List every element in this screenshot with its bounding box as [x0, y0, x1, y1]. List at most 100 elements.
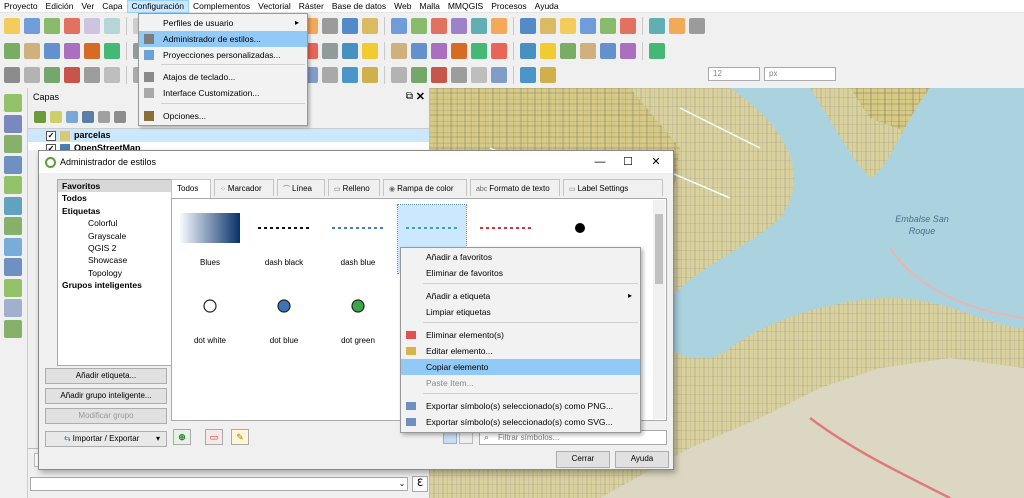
menu-mmqgis[interactable]: MMQGIS	[444, 0, 487, 13]
vertical-tool-icon[interactable]	[4, 319, 22, 338]
vertical-tool-icon[interactable]	[4, 94, 22, 112]
toolbar-tool-icon[interactable]	[560, 42, 576, 59]
toolbar-tool-icon[interactable]	[620, 17, 636, 34]
toolbar-tool-icon[interactable]	[540, 17, 556, 34]
vertical-tool-icon[interactable]	[4, 278, 22, 297]
toolbar-tool-icon[interactable]	[411, 17, 427, 34]
vertical-tool-icon[interactable]	[4, 217, 22, 235]
toolbar-tool-icon[interactable]	[24, 17, 40, 34]
menu-complementos[interactable]: Complementos	[189, 0, 254, 13]
toolbar-tool-icon[interactable]	[391, 17, 407, 34]
toolbar-tool-icon[interactable]	[391, 67, 407, 83]
toolbar-tool-icon[interactable]	[84, 17, 100, 34]
vertical-tool-icon[interactable]	[4, 176, 22, 194]
add-smart-group-button[interactable]: Añadir grupo inteligente...	[45, 388, 167, 404]
config-menu-item-1[interactable]: Administrador de estilos...	[139, 31, 307, 47]
toolbar-tool-icon[interactable]	[24, 67, 40, 83]
unit-select[interactable]: px	[764, 67, 836, 81]
toolbar-tool-icon[interactable]	[431, 17, 447, 34]
import-export-button[interactable]: Importar / Exportar ⇆ ▾	[45, 431, 167, 447]
toolbar-tool-icon[interactable]	[451, 17, 467, 34]
symbol-dot-green[interactable]: dot green	[324, 283, 392, 351]
expression-filter-icon[interactable]	[98, 111, 110, 123]
menu-procesos[interactable]: Procesos	[487, 0, 530, 13]
menu-malla[interactable]: Malla	[416, 0, 444, 13]
toolbar-tool-icon[interactable]	[491, 42, 507, 59]
toolbar-tool-icon[interactable]	[104, 17, 120, 34]
toolbar-tool-icon[interactable]	[580, 42, 596, 59]
context-menu-item-1[interactable]: Eliminar de favoritos	[401, 265, 640, 281]
toolbar-tool-icon[interactable]	[322, 67, 338, 83]
tab-2[interactable]: ⌒ Línea	[277, 179, 325, 196]
maximize-icon[interactable]: ☐	[615, 151, 641, 173]
toolbar-tool-icon[interactable]	[560, 17, 576, 34]
expand-all-icon[interactable]	[114, 111, 126, 123]
config-menu-item-3[interactable]: Atajos de teclado...	[139, 69, 307, 85]
toolbar-tool-icon[interactable]	[44, 17, 60, 34]
modify-group-button[interactable]: Modificar grupo	[45, 408, 167, 424]
toolbar-tool-icon[interactable]	[342, 67, 358, 83]
tab-3[interactable]: ▭ Relleno	[328, 179, 380, 196]
context-menu-item-2[interactable]: Añadir a etiqueta ▸	[401, 288, 640, 304]
toolbar-tool-icon[interactable]	[600, 42, 616, 59]
symbol-Blues[interactable]: Blues	[176, 205, 244, 273]
toolbar-tool-icon[interactable]	[520, 17, 536, 34]
expression-field[interactable]	[30, 477, 408, 491]
float-panel-icon[interactable]: ⧉	[406, 91, 413, 102]
vertical-tool-icon[interactable]	[4, 196, 22, 215]
context-menu-item-9[interactable]: Exportar símbolo(s) seleccionado(s) como…	[401, 414, 640, 430]
toolbar-tool-icon[interactable]	[431, 42, 447, 59]
menu-capa[interactable]: Capa	[98, 0, 126, 13]
toolbar-tool-icon[interactable]	[4, 17, 20, 34]
context-menu-item-7[interactable]: Paste Item...	[401, 375, 640, 391]
menu-rster[interactable]: Ráster	[295, 0, 328, 13]
context-menu-item-4[interactable]: Eliminar elemento(s)	[401, 327, 640, 343]
menu-ayuda[interactable]: Ayuda	[531, 0, 563, 13]
toolbar-tool-icon[interactable]	[64, 17, 80, 34]
config-menu-item-4[interactable]: Interface Customization...	[139, 85, 307, 101]
minimize-icon[interactable]: —	[587, 151, 613, 173]
close-panel-icon[interactable]: ✕	[416, 90, 425, 103]
tab-0[interactable]: Todos	[171, 179, 211, 198]
toolbar-tool-icon[interactable]	[689, 17, 705, 34]
vertical-tool-icon[interactable]	[4, 237, 22, 256]
toolbar-tool-icon[interactable]	[44, 67, 60, 83]
toolbar-tool-icon[interactable]	[411, 42, 427, 59]
layer-row[interactable]: ✓ parcelas	[28, 129, 429, 142]
toolbar-tool-icon[interactable]	[580, 17, 596, 34]
menu-proyecto[interactable]: Proyecto	[0, 0, 42, 13]
toolbar-tool-icon[interactable]	[104, 42, 120, 59]
toolbar-tool-icon[interactable]	[471, 42, 487, 59]
toolbar-tool-icon[interactable]	[84, 67, 100, 83]
toolbar-tool-icon[interactable]	[362, 67, 378, 83]
toolbar-tool-icon[interactable]	[4, 42, 20, 59]
toolbar-tool-icon[interactable]	[491, 67, 507, 83]
toolbar-tool-icon[interactable]	[451, 42, 467, 59]
toolbar-tool-icon[interactable]	[104, 67, 120, 83]
vertical-tool-icon[interactable]	[4, 299, 22, 317]
menu-web[interactable]: Web	[390, 0, 415, 13]
context-menu-item-8[interactable]: Exportar símbolo(s) seleccionado(s) como…	[401, 398, 640, 414]
filter-legend-icon[interactable]	[82, 111, 94, 123]
toolbar-tool-icon[interactable]	[471, 67, 487, 83]
toolbar-tool-icon[interactable]	[431, 67, 447, 83]
toolbar-tool-icon[interactable]	[391, 42, 407, 59]
toolbar-tool-icon[interactable]	[600, 17, 616, 34]
edit-symbol-icon[interactable]: ✎	[231, 429, 249, 445]
toolbar-tool-icon[interactable]	[649, 17, 665, 34]
vertical-tool-icon[interactable]	[4, 135, 22, 153]
symbol-dot-white[interactable]: dot white	[176, 283, 244, 351]
context-menu-item-3[interactable]: Limpiar etiquetas	[401, 304, 640, 320]
symbol-scrollbar[interactable]	[653, 200, 665, 419]
toolbar-tool-icon[interactable]	[64, 67, 80, 83]
symbol-dash-black[interactable]: dash black	[250, 205, 318, 273]
toolbar-tool-icon[interactable]	[491, 17, 507, 34]
toolbar-tool-icon[interactable]	[471, 17, 487, 34]
tab-5[interactable]: abc Formato de texto	[470, 179, 560, 196]
toolbar-tool-icon[interactable]	[520, 67, 536, 83]
manage-visibility-icon[interactable]	[66, 111, 78, 123]
epsilon-icon[interactable]: ℇ	[412, 476, 428, 492]
toolbar-tool-icon[interactable]	[620, 42, 636, 59]
dropdown-arrow-icon[interactable]: ⌄	[396, 477, 408, 491]
symbol-dot-blue[interactable]: dot blue	[250, 283, 318, 351]
